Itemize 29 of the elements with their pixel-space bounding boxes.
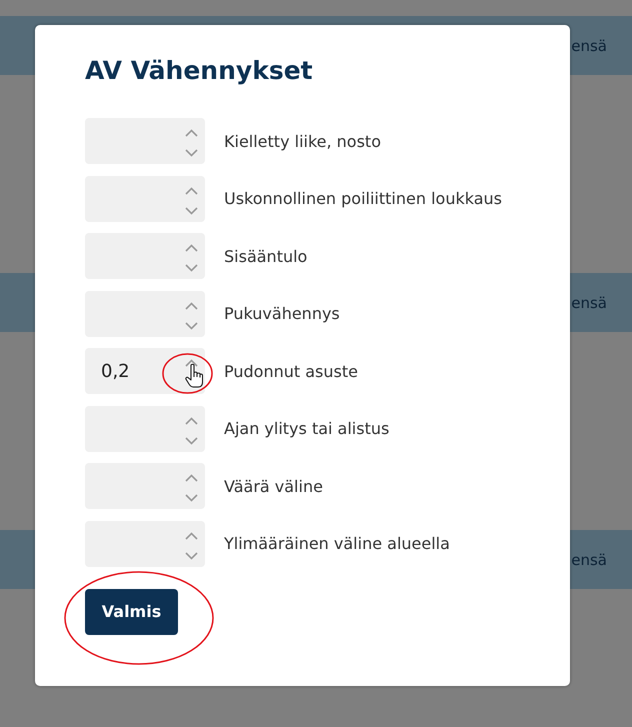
row-label: ensä	[571, 36, 607, 54]
chevron-down-icon[interactable]	[185, 206, 198, 214]
field-label: Pukuvähennys	[224, 304, 340, 323]
row-label: ensä	[571, 294, 607, 312]
chevron-down-icon[interactable]	[185, 552, 198, 560]
number-field[interactable]	[85, 233, 205, 279]
chevron-down-icon[interactable]	[185, 494, 198, 502]
field-label: Ajan ylitys tai alistus	[224, 419, 390, 438]
number-field[interactable]	[85, 176, 205, 222]
chevron-down-icon[interactable]	[185, 149, 198, 157]
number-field[interactable]	[85, 406, 205, 452]
dialog-title: AV Vähennykset	[85, 55, 314, 87]
chevron-down-icon[interactable]	[185, 264, 198, 272]
number-field[interactable]	[85, 290, 205, 336]
done-button[interactable]: Valmis	[85, 588, 178, 634]
chevron-down-icon[interactable]	[185, 436, 198, 444]
number-field[interactable]	[85, 463, 205, 509]
chevron-down-icon[interactable]	[185, 322, 198, 330]
row-label: ensä	[571, 550, 607, 568]
number-field[interactable]: 0,2	[85, 348, 205, 394]
field-label: Uskonnollinen poiliittinen loukkaus	[224, 189, 502, 208]
number-field[interactable]	[85, 118, 205, 164]
field-label: Väärä väline	[224, 476, 323, 496]
field-label: Kielletty liike, nosto	[224, 132, 381, 150]
field-label: Ylimääräinen väline alueella	[224, 534, 450, 553]
field-label: Pudonnut asuste	[224, 362, 358, 380]
chevron-up-icon[interactable]	[185, 359, 198, 367]
field-label: Sisääntulo	[224, 246, 308, 266]
number-field[interactable]	[85, 520, 205, 566]
